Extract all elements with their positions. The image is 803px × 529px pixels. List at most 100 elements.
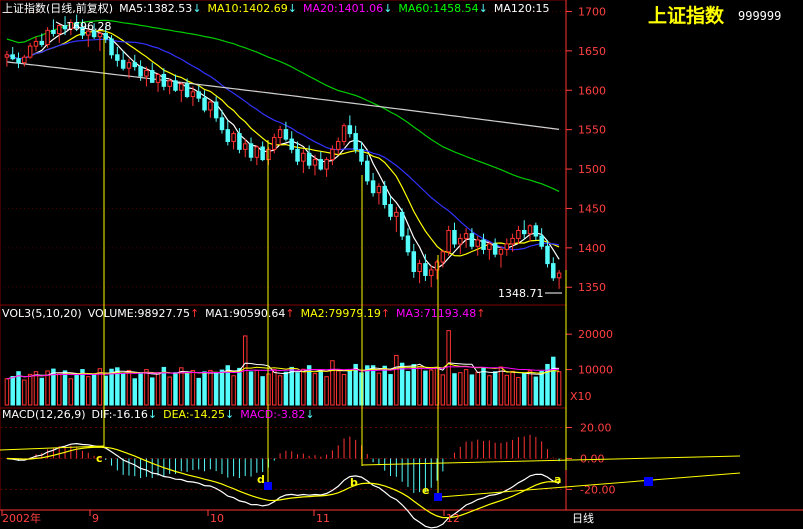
volume-bar — [475, 371, 480, 406]
volume-bar — [144, 369, 149, 406]
x-axis-label: 2002年 — [2, 511, 41, 525]
candle — [417, 259, 422, 284]
volume-bar — [126, 369, 132, 406]
volume-bar — [463, 369, 469, 406]
candle — [51, 19, 56, 37]
volume-bar — [202, 371, 207, 406]
volume-bar — [254, 369, 260, 406]
volume-bar — [173, 372, 178, 406]
volume-bar — [428, 369, 434, 406]
candle — [260, 141, 265, 162]
price-tick-label: 1550 — [578, 124, 606, 137]
volume-bar — [382, 365, 387, 406]
price-tick-label: 1350 — [578, 281, 606, 294]
candle — [295, 141, 300, 166]
x-axis-label: 10 — [210, 512, 224, 525]
vertical-marker-lines — [103, 38, 567, 497]
x-axis-label: 9 — [92, 512, 99, 525]
volume-axis: 20000 10000 — [566, 328, 613, 377]
macd-annotation-d: d — [257, 473, 265, 486]
candle — [399, 208, 405, 240]
candle — [225, 120, 231, 146]
volume-bar — [295, 372, 300, 406]
candle — [521, 220, 527, 239]
x-axis-label: 12 — [446, 512, 460, 525]
volume-bar — [318, 370, 324, 406]
volume-bar — [16, 371, 21, 406]
volume-bar — [353, 363, 358, 406]
volume-bar — [341, 374, 347, 406]
price-tick-label: 1600 — [578, 84, 606, 97]
price-panel-header: 上证指数(日线,前复权) MA5:1382.53↓ MA10:1402.69↓ MA2… — [2, 1, 550, 15]
volume-bar — [39, 377, 45, 406]
candle — [97, 31, 103, 51]
volume-bar — [551, 356, 556, 406]
volume-bar — [417, 366, 422, 406]
candle — [196, 85, 201, 103]
candle — [120, 50, 126, 71]
candle — [481, 233, 486, 255]
volume-bar — [527, 370, 533, 406]
volume-bar — [260, 376, 265, 406]
volume-bar — [405, 371, 411, 406]
volume-bar — [231, 375, 236, 406]
volume-bar — [4, 378, 10, 406]
price-tick-label: 1400 — [578, 242, 606, 255]
candle — [213, 96, 219, 122]
volume-bar — [370, 365, 376, 406]
volume-bar — [277, 375, 283, 406]
volume-bar — [399, 362, 405, 406]
volume-bar — [272, 369, 277, 406]
candle — [231, 131, 236, 150]
candle — [516, 225, 521, 244]
volume-bar — [452, 373, 457, 406]
macd-annotation-e: e — [422, 484, 429, 497]
high-price-label: 1696.28 — [66, 20, 112, 33]
macd-annotation-c: c — [96, 452, 103, 465]
volume-bar — [190, 369, 196, 406]
volume-bar — [487, 375, 492, 406]
volume-bar — [446, 330, 451, 406]
candle — [428, 265, 434, 288]
volume-bar — [510, 370, 515, 406]
candle — [161, 68, 167, 91]
volume-bar — [184, 373, 190, 406]
volume-bar — [347, 370, 353, 406]
candle — [132, 54, 138, 71]
candle — [289, 131, 294, 154]
volume-bar — [120, 373, 126, 406]
ma10-line — [6, 29, 560, 257]
index-code: 999999 — [738, 9, 781, 23]
candle — [492, 238, 498, 258]
candle — [504, 238, 510, 256]
stock-chart[interactable]: 1700 1650 1600 1550 1500 1450 1400 1350 20000 10… — [0, 0, 803, 529]
volume-bar — [167, 376, 172, 406]
volume-bar — [237, 367, 242, 406]
x-axis-label: 11 — [316, 512, 330, 525]
volume-bar — [91, 373, 97, 406]
period-button[interactable]: 日线 — [572, 511, 594, 525]
volume-tick-label: 20000 — [578, 328, 613, 341]
candle — [248, 137, 254, 162]
volume-tick-label: 10000 — [578, 364, 613, 377]
candle — [376, 183, 382, 205]
marker-right — [644, 477, 653, 486]
candle — [242, 139, 248, 158]
volume-bar — [394, 354, 399, 406]
candle — [388, 196, 393, 221]
volume-bar — [365, 365, 370, 406]
candle — [533, 222, 539, 240]
candle — [411, 243, 417, 278]
price-tick-label: 1700 — [578, 5, 606, 18]
candle — [202, 90, 207, 113]
candle — [498, 246, 504, 268]
chart-frame — [0, 0, 803, 511]
candle — [324, 157, 329, 177]
volume-bar — [504, 374, 510, 406]
volume-bar — [492, 371, 498, 406]
candle — [277, 125, 283, 146]
candle — [45, 27, 50, 48]
volume-bar — [498, 366, 504, 406]
volume-bar — [68, 378, 74, 406]
volume-bar — [80, 369, 85, 406]
